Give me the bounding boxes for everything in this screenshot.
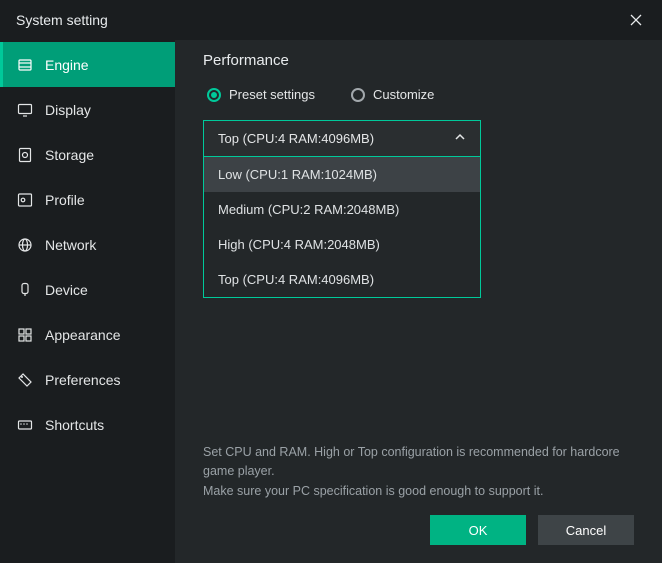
device-icon — [17, 282, 33, 298]
main-layout: Engine Display Storage Profile Network — [0, 40, 662, 563]
dropdown-selected-label: Top (CPU:4 RAM:4096MB) — [218, 131, 374, 146]
dropdown-option-medium[interactable]: Medium (CPU:2 RAM:2048MB) — [204, 192, 480, 227]
window-title: System setting — [16, 12, 108, 28]
dropdown-list: Low (CPU:1 RAM:1024MB) Medium (CPU:2 RAM… — [204, 157, 480, 297]
ok-button[interactable]: OK — [430, 515, 526, 545]
footer-help-text: Set CPU and RAM. High or Top configurati… — [203, 443, 634, 501]
radio-group-mode: Preset settings Customize — [207, 87, 634, 102]
sidebar-item-label: Appearance — [45, 327, 121, 343]
engine-icon — [17, 57, 33, 73]
sidebar-item-network[interactable]: Network — [0, 222, 175, 267]
sidebar-item-display[interactable]: Display — [0, 87, 175, 132]
footer-line-2: Make sure your PC specification is good … — [203, 482, 634, 501]
preferences-icon — [17, 372, 33, 388]
display-icon — [17, 102, 33, 118]
sidebar-item-label: Engine — [45, 57, 89, 73]
dropdown-selected[interactable]: Top (CPU:4 RAM:4096MB) — [204, 121, 480, 157]
profile-icon — [17, 192, 33, 208]
sidebar-item-label: Device — [45, 282, 88, 298]
dropdown-option-top[interactable]: Top (CPU:4 RAM:4096MB) — [204, 262, 480, 297]
sidebar-item-appearance[interactable]: Appearance — [0, 312, 175, 357]
sidebar-item-device[interactable]: Device — [0, 267, 175, 312]
sidebar-item-label: Preferences — [45, 372, 120, 388]
radio-label: Customize — [373, 87, 434, 102]
appearance-icon — [17, 327, 33, 343]
shortcuts-icon — [17, 417, 33, 433]
sidebar-item-label: Profile — [45, 192, 85, 208]
cancel-button[interactable]: Cancel — [538, 515, 634, 545]
sidebar-item-label: Network — [45, 237, 96, 253]
radio-dot-icon — [207, 88, 221, 102]
sidebar: Engine Display Storage Profile Network — [0, 40, 175, 563]
sidebar-item-label: Shortcuts — [45, 417, 104, 433]
chevron-up-icon — [454, 131, 466, 146]
dialog-buttons: OK Cancel — [203, 515, 634, 545]
sidebar-item-shortcuts[interactable]: Shortcuts — [0, 402, 175, 447]
dropdown-option-high[interactable]: High (CPU:4 RAM:2048MB) — [204, 227, 480, 262]
footer-line-1: Set CPU and RAM. High or Top configurati… — [203, 443, 634, 482]
title-bar: System setting — [0, 0, 662, 40]
radio-dot-icon — [351, 88, 365, 102]
sidebar-item-label: Display — [45, 102, 91, 118]
storage-icon — [17, 147, 33, 163]
radio-label: Preset settings — [229, 87, 315, 102]
dropdown-option-low[interactable]: Low (CPU:1 RAM:1024MB) — [204, 157, 480, 192]
radio-preset-settings[interactable]: Preset settings — [207, 87, 315, 102]
close-button[interactable] — [622, 6, 650, 34]
section-title-performance: Performance — [203, 52, 634, 69]
preset-dropdown[interactable]: Top (CPU:4 RAM:4096MB) Low (CPU:1 RAM:10… — [203, 120, 481, 298]
sidebar-item-label: Storage — [45, 147, 94, 163]
sidebar-item-preferences[interactable]: Preferences — [0, 357, 175, 402]
sidebar-item-engine[interactable]: Engine — [0, 42, 175, 87]
close-icon — [630, 14, 642, 26]
content-panel: Performance Preset settings Customize za… — [175, 40, 662, 563]
sidebar-item-storage[interactable]: Storage — [0, 132, 175, 177]
sidebar-item-profile[interactable]: Profile — [0, 177, 175, 222]
radio-customize[interactable]: Customize — [351, 87, 434, 102]
network-icon — [17, 237, 33, 253]
